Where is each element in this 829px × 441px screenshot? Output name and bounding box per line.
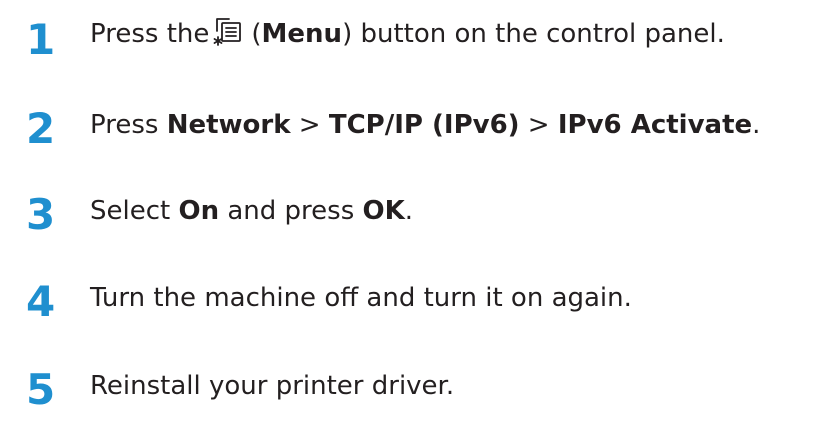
step-number: 4	[26, 277, 56, 326]
step-text-pre: Press	[90, 110, 167, 140]
ok-label: OK	[362, 196, 405, 226]
step-text: Press Network > TCP/IP (IPv6) > IPv6 Act…	[90, 105, 760, 145]
separator: >	[290, 110, 329, 140]
step-5: 5 Reinstall your printer driver.	[0, 364, 829, 424]
step-2: 2 Press Network > TCP/IP (IPv6) > IPv6 A…	[0, 103, 829, 163]
step-number: 2	[26, 104, 56, 153]
menu-icon	[213, 14, 247, 48]
step-number: 3	[26, 190, 56, 239]
step-text-post: .	[404, 196, 414, 226]
separator: >	[519, 110, 558, 140]
step-4: 4 Turn the machine off and turn it on ag…	[0, 276, 829, 336]
instruction-steps: 1 Press the (Menu) button on the control	[0, 0, 829, 441]
step-number: 5	[26, 365, 56, 414]
step-3: 3 Select On and press OK.	[0, 189, 829, 249]
step-text-pre: Select	[90, 196, 179, 226]
menu-label: Menu	[261, 19, 343, 49]
step-text-mid: and press	[219, 196, 363, 226]
open-paren: (	[251, 19, 262, 49]
tcpip-label: TCP/IP (IPv6)	[328, 110, 520, 140]
step-text: Reinstall your printer driver.	[90, 371, 455, 401]
step-text-pre: Press the	[90, 19, 210, 49]
step-number: 1	[26, 15, 56, 64]
step-1: 1 Press the (Menu) button on the control	[0, 14, 829, 74]
step-text: Turn the machine off and turn it on agai…	[90, 283, 632, 313]
on-label: On	[178, 196, 220, 226]
network-label: Network	[166, 110, 291, 140]
step-text-post: .	[752, 110, 761, 140]
step-text: Select On and press OK.	[90, 191, 413, 231]
step-text-post: ) button on the control panel.	[342, 19, 725, 49]
ipv6-activate-label: IPv6 Activate	[557, 110, 753, 140]
step-text: Press the (Menu) button on the control p…	[90, 14, 725, 54]
